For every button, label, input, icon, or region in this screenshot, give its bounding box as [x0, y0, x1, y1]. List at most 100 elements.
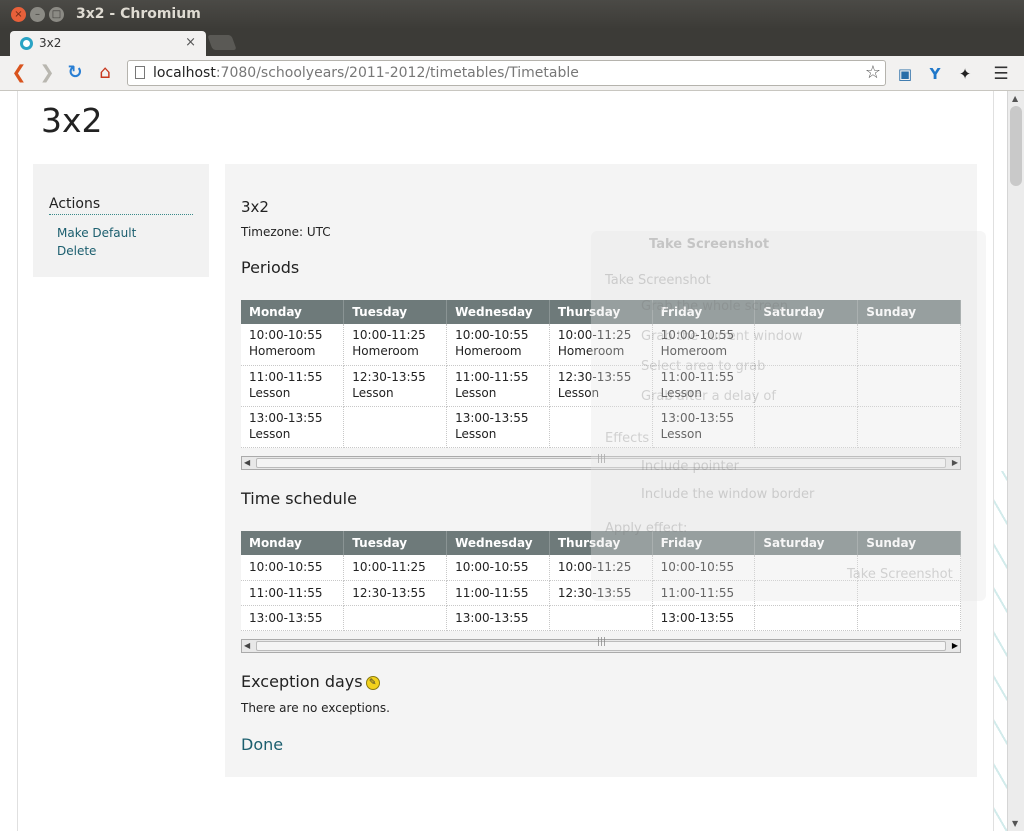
- period-cell: [857, 324, 961, 366]
- period-name: Lesson: [455, 426, 497, 441]
- vertical-scrollbar[interactable]: ▲ ▼: [1007, 91, 1024, 831]
- day-header: Monday: [241, 531, 345, 555]
- schedule-cell: 10:00-10:55: [446, 555, 550, 581]
- scroll-up-icon[interactable]: ▲: [1012, 94, 1018, 103]
- period-name: Lesson: [660, 426, 702, 441]
- window-titlebar: × – □ 3x2 - Chromium: [0, 0, 1024, 29]
- period-time: 13:00-13:55: [455, 410, 529, 425]
- period-time: 11:00-11:55: [660, 369, 735, 384]
- home-icon[interactable]: ⌂: [94, 62, 116, 84]
- make-default-link[interactable]: Make Default: [57, 226, 136, 240]
- period-cell: [857, 365, 961, 407]
- schedule-cell: 12:30-13:55: [343, 580, 448, 606]
- schedule-cell: 12:30-13:55: [549, 580, 653, 606]
- schedule-cell: 10:00-11:25: [549, 555, 653, 581]
- day-header: Friday: [652, 300, 756, 324]
- period-name: Lesson: [455, 385, 497, 400]
- periods-table: Monday Tuesday Wednesday Thursday Friday Satu…: [241, 300, 961, 448]
- scroll-right-icon[interactable]: ▶: [952, 458, 958, 467]
- scroll-grip-icon: |||: [597, 637, 607, 647]
- timetable-panel: 3x2 Timezone: UTC Periods Monday Tuesday W…: [225, 164, 977, 777]
- day-header: Saturday: [754, 531, 859, 555]
- day-header: Tuesday: [343, 300, 448, 324]
- period-time: 11:00-11:55: [455, 369, 529, 384]
- window-minimize-button[interactable]: –: [30, 7, 45, 22]
- actions-heading: Actions: [49, 196, 193, 215]
- delete-link[interactable]: Delete: [57, 244, 96, 258]
- table-row: 10:00-10:55 Homeroom 10:00-11:25 Homeroom 10…: [241, 324, 961, 366]
- schedule-cell: 11:00-11:55: [241, 580, 345, 606]
- schedule-cell: [549, 605, 653, 631]
- done-link[interactable]: Done: [241, 735, 283, 754]
- browser-tab[interactable]: 3x2 ×: [10, 31, 206, 56]
- period-time: 11:00-11:55: [249, 369, 323, 384]
- table-row: 11:00-11:55 Lesson 12:30-13:55 Lesson 11:00-…: [241, 365, 961, 407]
- edit-icon[interactable]: ✎: [365, 675, 380, 690]
- schedule-cell: [754, 605, 859, 631]
- table-row: 13:00-13:55 Lesson 13:00-13:55 Lesson 13:00-…: [241, 406, 961, 448]
- scroll-left-icon[interactable]: ◀: [244, 458, 250, 467]
- no-exceptions-text: There are no exceptions.: [241, 701, 390, 715]
- periods-horizontal-scrollbar[interactable]: ◀ ||| ▶: [241, 454, 961, 470]
- period-name: Homeroom: [660, 344, 728, 358]
- day-header: Tuesday: [343, 531, 448, 555]
- pin-extension-icon[interactable]: ✦: [954, 63, 976, 85]
- day-header: Wednesday: [446, 300, 550, 324]
- y-extension-icon[interactable]: Y: [924, 63, 946, 85]
- schedule-cell: 13:00-13:55: [446, 605, 550, 631]
- period-time: 10:00-11:25: [352, 328, 426, 342]
- period-name: Homeroom: [455, 344, 522, 358]
- period-time: 13:00-13:55: [249, 410, 323, 425]
- exception-days-label: Exception days: [241, 672, 363, 691]
- period-time: 10:00-11:25: [557, 328, 632, 342]
- decorative-pattern: [994, 471, 1007, 831]
- new-tab-button[interactable]: [207, 35, 237, 50]
- reload-icon[interactable]: ↻: [64, 62, 86, 84]
- page-viewport: 3x2 Actions Make Default Delete 3x2 Time…: [0, 91, 1007, 831]
- tab-close-icon[interactable]: ×: [185, 35, 196, 50]
- scroll-thumb[interactable]: [1010, 106, 1022, 186]
- period-cell: 11:00-11:55 Lesson: [241, 365, 345, 407]
- window-close-button[interactable]: ×: [11, 7, 26, 22]
- schedule-horizontal-scrollbar[interactable]: ◀ ||| ▶: [241, 637, 961, 653]
- schedule-cell: 10:00-11:25: [343, 555, 448, 581]
- page-left-edge: [0, 91, 18, 831]
- period-cell: 13:00-13:55 Lesson: [241, 406, 345, 448]
- page-icon: [135, 66, 145, 79]
- period-cell: [857, 406, 961, 448]
- period-time: 10:00-10:55: [249, 328, 323, 342]
- period-name: Homeroom: [249, 344, 316, 358]
- period-name: Lesson: [352, 385, 394, 400]
- period-cell: [754, 365, 859, 407]
- scroll-right-icon[interactable]: ▶: [952, 641, 958, 650]
- menu-icon[interactable]: ☰: [990, 63, 1012, 85]
- schedule-cell: 13:00-13:55: [652, 605, 756, 631]
- actions-sidebar: Actions Make Default Delete: [33, 164, 209, 277]
- schedule-cell: [857, 555, 961, 581]
- day-header: Saturday: [754, 300, 859, 324]
- timetable-name: 3x2: [241, 198, 269, 216]
- time-schedule-table: Monday Tuesday Wednesday Thursday Friday Satu…: [241, 531, 961, 631]
- window-title: 3x2 - Chromium: [76, 6, 201, 22]
- schedule-cell: 10:00-10:55: [652, 555, 756, 581]
- period-time: 10:00-10:55: [455, 328, 529, 342]
- period-cell: [754, 324, 859, 366]
- period-cell: 12:30-13:55 Lesson: [343, 365, 448, 407]
- bookmark-star-icon[interactable]: ☆: [865, 62, 881, 83]
- screenshot-extension-icon[interactable]: ▣: [894, 63, 916, 85]
- period-cell: 13:00-13:55 Lesson: [652, 406, 756, 448]
- forward-icon[interactable]: ❯: [36, 62, 58, 84]
- day-header: Thursday: [549, 300, 653, 324]
- back-icon[interactable]: ❮: [8, 62, 30, 84]
- schedule-cell: [857, 605, 961, 631]
- table-row: 11:00-11:55 12:30-13:55 11:00-11:55 12:30-1…: [241, 580, 961, 606]
- scroll-down-icon[interactable]: ▼: [1012, 819, 1018, 828]
- window-maximize-button[interactable]: □: [49, 7, 64, 22]
- period-name: Homeroom: [352, 344, 419, 358]
- period-cell: 12:30-13:55 Lesson: [549, 365, 653, 407]
- address-bar[interactable]: localhost:7080/schoolyears/2011-2012/tim…: [127, 60, 886, 86]
- day-header: Sunday: [857, 531, 961, 555]
- scroll-left-icon[interactable]: ◀: [244, 641, 250, 650]
- tab-title: 3x2: [39, 36, 62, 50]
- day-header: Sunday: [857, 300, 961, 324]
